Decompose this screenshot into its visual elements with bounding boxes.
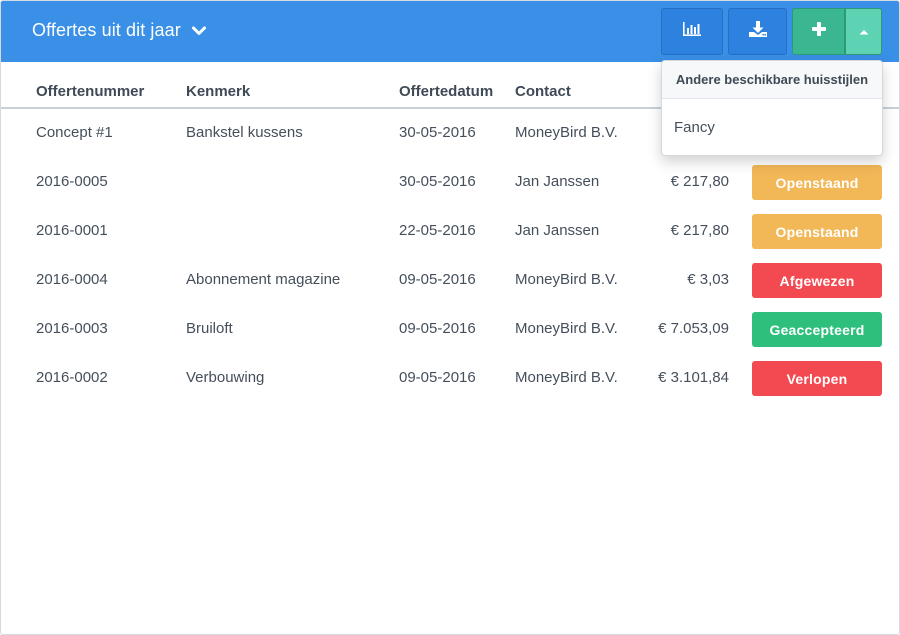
table-row[interactable]: 2016-0003 Bruiloft 09-05-2016 MoneyBird … (1, 305, 899, 354)
column-header-reference[interactable]: Kenmerk (186, 83, 250, 100)
table-row[interactable]: 2016-0005 30-05-2016 Jan Janssen € 217,8… (1, 158, 899, 207)
statistics-button[interactable] (661, 8, 723, 55)
chevron-down-icon (191, 23, 207, 39)
caret-up-icon (858, 23, 870, 41)
top-bar: Offertes uit dit jaar (1, 1, 899, 62)
quote-contact: MoneyBird B.V. (515, 124, 618, 141)
quote-amount: € 3.101,84 (658, 369, 729, 386)
table-row[interactable]: 2016-0001 22-05-2016 Jan Janssen € 217,8… (1, 207, 899, 256)
quote-reference: Verbouwing (186, 369, 265, 386)
add-quote-button[interactable] (792, 8, 845, 55)
quote-contact: MoneyBird B.V. (515, 369, 618, 386)
quote-date: 09-05-2016 (399, 271, 476, 288)
quote-reference: Bruiloft (186, 320, 233, 337)
table-row[interactable]: 2016-0002 Verbouwing 09-05-2016 MoneyBir… (1, 354, 899, 403)
quote-reference: Abonnement magazine (186, 271, 341, 288)
column-header-contact[interactable]: Contact (515, 83, 571, 100)
quote-contact: Jan Janssen (515, 222, 600, 239)
quotes-panel: Offertes uit dit jaar Offertenummer Kenm… (0, 0, 900, 635)
quote-amount: € 217,80 (670, 173, 729, 190)
quote-date: 09-05-2016 (399, 320, 476, 337)
status-badge: Verlopen (752, 361, 882, 396)
quote-contact: MoneyBird B.V. (515, 320, 618, 337)
quote-date: 09-05-2016 (399, 369, 476, 386)
bar-chart-icon (682, 21, 702, 42)
status-badge: Openstaand (752, 214, 882, 249)
plus-icon (811, 21, 827, 42)
status-badge: Openstaand (752, 165, 882, 200)
style-options-toggle[interactable] (845, 8, 882, 55)
quote-date: 30-05-2016 (399, 173, 476, 190)
page-title: Offertes uit dit jaar (32, 20, 181, 40)
quote-amount: € 217,80 (670, 222, 729, 239)
dropdown-item-fancy[interactable]: Fancy (662, 99, 882, 156)
quote-contact: Jan Janssen (515, 173, 600, 190)
dropdown-header: Andere beschikbare huisstijlen (662, 61, 882, 99)
quote-amount: € 3,03 (687, 271, 729, 288)
quote-number: 2016-0001 (36, 222, 108, 239)
table-row[interactable]: 2016-0004 Abonnement magazine 09-05-2016… (1, 256, 899, 305)
quote-contact: MoneyBird B.V. (515, 271, 618, 288)
house-style-dropdown: Andere beschikbare huisstijlen Fancy (661, 60, 883, 156)
download-button[interactable] (728, 8, 787, 55)
quote-amount: € 7.053,09 (658, 320, 729, 337)
status-badge: Geaccepteerd (752, 312, 882, 347)
quote-date: 22-05-2016 (399, 222, 476, 239)
download-icon (748, 20, 768, 43)
period-filter-dropdown[interactable]: Offertes uit dit jaar (32, 20, 207, 41)
quote-date: 30-05-2016 (399, 124, 476, 141)
quote-reference: Bankstel kussens (186, 124, 303, 141)
status-badge: Afgewezen (752, 263, 882, 298)
quote-number: 2016-0002 (36, 369, 108, 386)
quote-number: 2016-0003 (36, 320, 108, 337)
column-header-number[interactable]: Offertenummer (36, 83, 144, 100)
quote-number: 2016-0005 (36, 173, 108, 190)
quote-number: 2016-0004 (36, 271, 108, 288)
column-header-date[interactable]: Offertedatum (399, 83, 493, 100)
quote-number: Concept #1 (36, 124, 113, 141)
